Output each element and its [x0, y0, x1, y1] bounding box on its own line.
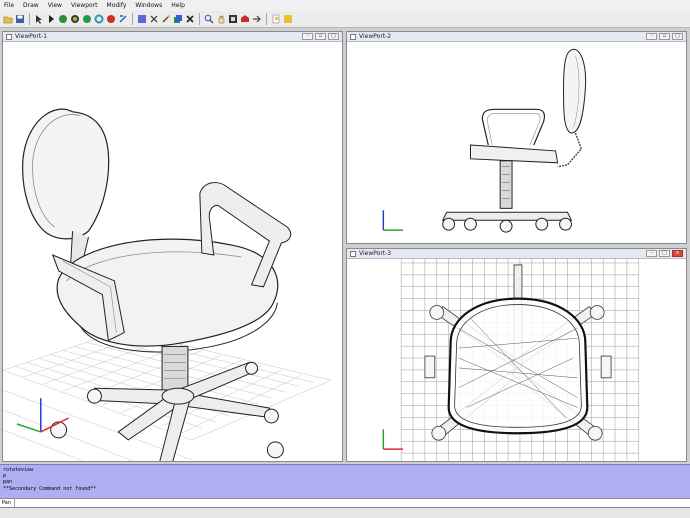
workspace: ViewPort-1 – ▫ □ ViewPort-2 – ▫ □ ViewPo…: [0, 28, 690, 464]
chair-armrest: [481, 108, 546, 146]
restore-button[interactable]: ▫: [659, 33, 670, 40]
close-button[interactable]: ×: [672, 250, 683, 257]
viewport-title: ViewPort-1: [15, 33, 48, 40]
shade-icon[interactable]: [228, 14, 238, 25]
viewport-canvas[interactable]: [3, 42, 342, 461]
pan-icon[interactable]: [216, 14, 226, 25]
layers-icon[interactable]: [173, 14, 183, 25]
maximize-button[interactable]: □: [659, 250, 670, 257]
toolbar-separator: [29, 13, 30, 25]
menu-view[interactable]: View: [48, 0, 62, 11]
arrow-icon[interactable]: [252, 14, 262, 25]
viewport-title: ViewPort-3: [359, 250, 392, 257]
command-input[interactable]: [14, 499, 690, 507]
cone-icon[interactable]: [82, 14, 92, 25]
cylinder-icon[interactable]: [70, 14, 80, 25]
scissors-icon[interactable]: [149, 14, 159, 25]
viewport-canvas[interactable]: [347, 259, 686, 461]
chair-seat: [469, 144, 559, 164]
viewport-icon: [6, 33, 12, 40]
viewport-1[interactable]: ViewPort-1 – ▫ □: [2, 31, 343, 462]
minimize-button[interactable]: –: [302, 33, 313, 40]
viewport-controls: – ▫ □: [646, 33, 683, 40]
pointer-icon[interactable]: [46, 14, 56, 25]
chair-top-view: [382, 259, 640, 461]
menu-viewport[interactable]: Viewport: [71, 0, 98, 11]
minimize-button[interactable]: –: [646, 250, 657, 257]
status-bar: [0, 508, 690, 518]
toolbar-separator: [266, 13, 267, 25]
menu-file[interactable]: File: [4, 0, 14, 11]
chair-side-view: [382, 48, 587, 233]
viewport-title-bar: ViewPort-3 – □ ×: [347, 249, 686, 259]
maximize-button[interactable]: □: [672, 33, 683, 40]
zoom-icon[interactable]: [204, 14, 214, 25]
command-prompt-label: Pan: [2, 500, 12, 506]
menu-modify[interactable]: Modify: [107, 0, 127, 11]
render-icon[interactable]: [240, 14, 250, 25]
chair-backrest: [563, 48, 587, 134]
viewport-controls: – □ ×: [646, 250, 683, 257]
viewport-3[interactable]: ViewPort-3 – □ ×: [346, 248, 687, 462]
console-line: **Secondary Command not found**: [3, 485, 97, 492]
chair-backrest: [22, 108, 110, 240]
extrude-icon[interactable]: [118, 14, 128, 25]
sphere-icon[interactable]: [58, 14, 68, 25]
menu-windows[interactable]: Windows: [135, 0, 162, 11]
help-icon[interactable]: [283, 14, 293, 25]
chair-base: [441, 211, 573, 221]
chair-gas-lift: [161, 345, 189, 391]
open-icon[interactable]: [3, 14, 13, 25]
restore-button[interactable]: ▫: [315, 33, 326, 40]
transform-icon[interactable]: [185, 14, 195, 25]
menu-draw[interactable]: Draw: [23, 0, 39, 11]
axis-indicator: [382, 429, 404, 450]
axis-indicator: [382, 210, 404, 231]
toolbar: [0, 11, 690, 28]
toolbar-separator: [132, 13, 133, 25]
torus-icon[interactable]: [94, 14, 104, 25]
box-icon[interactable]: [106, 14, 116, 25]
viewport-canvas[interactable]: [347, 42, 686, 243]
viewport-title-bar: ViewPort-1 – ▫ □: [3, 32, 342, 42]
maximize-button[interactable]: □: [328, 33, 339, 40]
new-icon[interactable]: [271, 14, 281, 25]
chair-seat: [56, 238, 279, 347]
rectangle-icon[interactable]: [137, 14, 147, 25]
toolbar-separator: [199, 13, 200, 25]
viewport-icon: [350, 33, 356, 40]
viewport-title: ViewPort-2: [359, 33, 392, 40]
menu-help[interactable]: Help: [171, 0, 185, 11]
save-icon[interactable]: [15, 14, 25, 25]
command-line: Pan: [0, 498, 690, 508]
viewport-title-bar: ViewPort-2 – ▫ □: [347, 32, 686, 42]
viewport-2[interactable]: ViewPort-2 – ▫ □: [346, 31, 687, 244]
viewport-controls: – ▫ □: [302, 33, 339, 40]
menu-bar: File Draw View Viewport Modify Windows H…: [0, 0, 690, 11]
minimize-button[interactable]: –: [646, 33, 657, 40]
wand-icon[interactable]: [161, 14, 171, 25]
command-history: rotateview p pan **Secondary Command not…: [0, 464, 690, 498]
chair-perspective-view: [3, 108, 332, 461]
viewport-icon: [350, 250, 356, 257]
select-icon[interactable]: [34, 14, 44, 25]
chair-gas-lift: [499, 160, 513, 209]
